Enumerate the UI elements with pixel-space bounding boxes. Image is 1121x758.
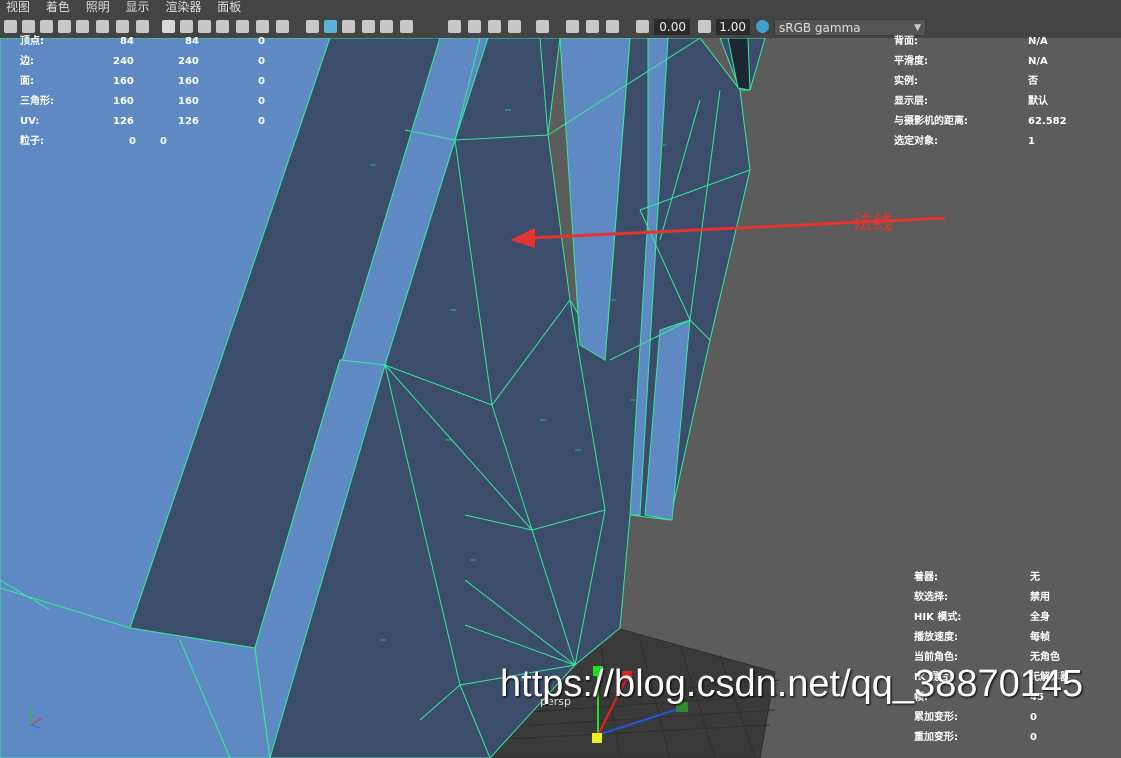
hud-label: 面: [20, 76, 34, 87]
hud-label: UV: [20, 116, 40, 127]
hud-label: 背面: [894, 36, 918, 47]
hud-value: 0 [258, 116, 265, 127]
hud-value: 160 [178, 96, 199, 107]
hud-value: 240 [178, 56, 199, 67]
color-management-icon[interactable] [756, 20, 769, 33]
hud-value: 0 [160, 136, 167, 147]
hud-value: 否 [1028, 76, 1038, 87]
isolate-select-icon[interactable] [536, 20, 549, 33]
hud-label: 显示层: [894, 96, 928, 107]
hud-value: 禁用 [1030, 592, 1050, 603]
hud-value: 0 [258, 36, 265, 47]
xray-joints-icon[interactable] [586, 20, 599, 33]
hud-value: 0 [258, 76, 265, 87]
gamma-field[interactable]: 1.00 [716, 19, 750, 35]
hud-value: 126 [178, 116, 199, 127]
hud-label: 粒子: [20, 136, 44, 147]
xray-components-icon[interactable] [606, 20, 619, 33]
hud-value: 160 [113, 96, 134, 107]
normal-annotation-label: 法线 [853, 210, 893, 234]
hud-value: 84 [120, 36, 134, 47]
exposure-icon[interactable] [636, 20, 649, 33]
hud-value: 0 [129, 136, 136, 147]
hud-poly-count: 顶点: 84 84 0 边: 240 240 0 面: 160 160 0 三角… [0, 0, 300, 160]
hud-value: 全身 [1030, 612, 1050, 623]
gamma-icon[interactable] [698, 20, 711, 33]
hud-value: 0 [258, 56, 265, 67]
hud-value: 84 [185, 36, 199, 47]
hud-label: 选定对象: [894, 136, 938, 147]
hud-value: N/A [1028, 56, 1048, 67]
hud-value: 160 [178, 76, 199, 87]
hud-value: 0 [1030, 712, 1037, 723]
smooth-shade-icon[interactable] [324, 20, 337, 33]
depth-of-field-icon[interactable] [508, 20, 521, 33]
exposure-field[interactable]: 0.00 [654, 19, 690, 35]
hud-object-details: 背面: N/A 平滑度: N/A 实例: 否 显示层: 默认 与摄影机的距离: … [890, 0, 1110, 160]
default-material-icon[interactable] [342, 20, 355, 33]
hud-value: 无 [1030, 572, 1040, 583]
hud-value: 160 [113, 76, 134, 87]
hud-animation-details: 着器: 无 软选择: 禁用 HIK 模式: 全身 播放速度: 每帧 当前角色: … [910, 568, 1110, 754]
lights-icon[interactable] [380, 20, 393, 33]
view-transform-value: sRGB gamma [779, 21, 861, 35]
hud-label: 平滑度: [894, 56, 928, 67]
shadows-icon[interactable] [400, 20, 413, 33]
textured-icon[interactable] [362, 20, 375, 33]
hud-value: 240 [113, 56, 134, 67]
xray-icon[interactable] [566, 20, 579, 33]
hud-label: 三角形: [20, 96, 54, 107]
antialiasing-icon[interactable] [488, 20, 501, 33]
hud-label: 播放速度: [914, 632, 958, 643]
wireframe-icon[interactable] [306, 20, 319, 33]
hud-label: 着器: [914, 572, 938, 583]
hud-label: 边: [20, 56, 34, 67]
hud-value: N/A [1028, 36, 1048, 47]
hud-value: 0 [258, 96, 265, 107]
hud-value: 1 [1028, 136, 1035, 147]
maya-viewport-window: 视图 着色 照明 显示 渲染器 面板 0.00 1.00 sRGB gamma … [0, 0, 1121, 758]
hud-label: 软选择: [914, 592, 948, 603]
hud-label: 重加变形: [914, 732, 958, 743]
hud-label: 实例: [894, 76, 918, 87]
screen-space-ao-icon[interactable] [448, 20, 461, 33]
hud-value: 0 [1030, 732, 1037, 743]
hud-label: 累加变形: [914, 712, 958, 723]
hud-value: 每帧 [1030, 632, 1050, 643]
watermark-text: https://blog.csdn.net/qq_38870145 [500, 663, 1084, 705]
hud-value: 126 [113, 116, 134, 127]
hud-label: 与摄影机的距离: [894, 116, 968, 127]
motion-blur-icon[interactable] [468, 20, 481, 33]
hud-value: 62.582 [1028, 116, 1067, 127]
hud-value: 默认 [1028, 96, 1048, 107]
hud-label: HIK 模式: [914, 612, 962, 623]
hud-label: 顶点: [20, 36, 44, 47]
